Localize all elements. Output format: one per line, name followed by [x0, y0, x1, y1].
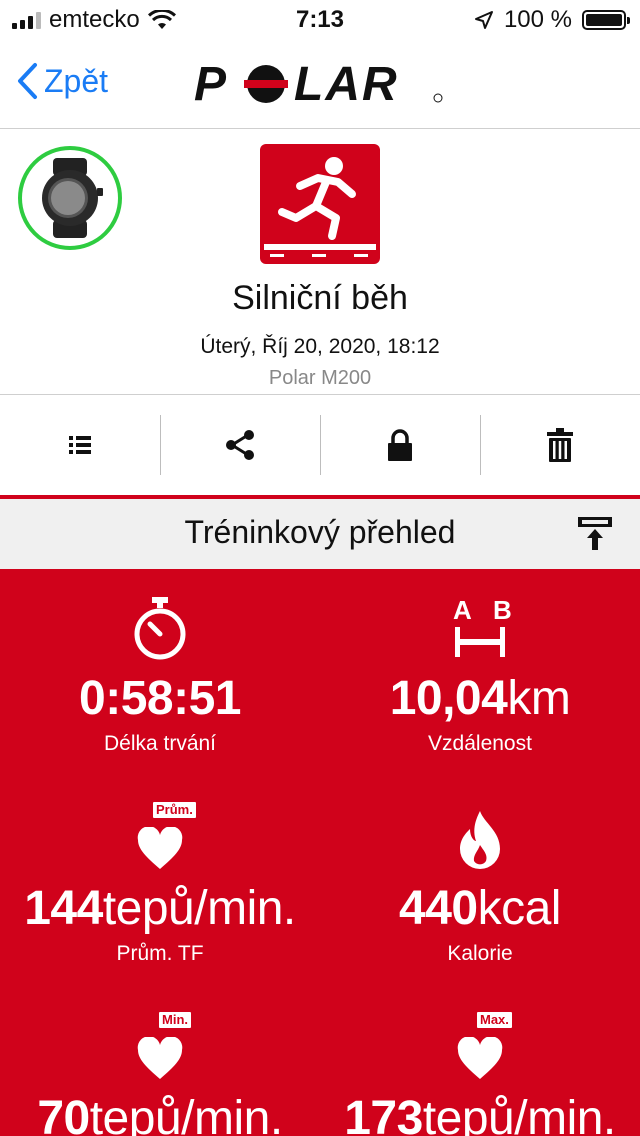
share-icon [226, 430, 254, 460]
session-header: Silniční běh Úterý, Říj 20, 2020, 18:12 … [0, 129, 640, 395]
distance-icon: A B [453, 595, 512, 657]
list-button[interactable] [0, 395, 160, 495]
max-badge: Max. [476, 1011, 513, 1029]
svg-text:P: P [194, 62, 228, 106]
status-bar: emtecko 7:13 100 % [0, 0, 640, 40]
avg-hr-label: Prům. TF [116, 942, 204, 965]
battery-icon [582, 10, 630, 30]
calories-value: 440kcal [399, 882, 561, 935]
distance-label: Vzdálenost [428, 732, 532, 755]
nav-bar: Zpět P LAR [0, 40, 640, 129]
min-hr-value: 70tepů/min. [37, 1092, 283, 1136]
training-stats: 0:58:51 Délka trvání A B 10,04km Vzdálen… [0, 569, 640, 1136]
chevron-left-icon [18, 63, 37, 99]
svg-text:LAR: LAR [294, 62, 399, 106]
watch-icon [42, 158, 103, 238]
stat-min-hr: Min. 70tepů/min. [0, 1011, 320, 1136]
avg-badge: Prům. [152, 801, 197, 819]
heart-icon [137, 1037, 183, 1079]
device-avatar[interactable] [18, 146, 122, 250]
svg-text:B: B [493, 595, 512, 625]
lock-icon [388, 429, 412, 461]
min-badge: Min. [158, 1011, 192, 1029]
duration-value: 0:58:51 [79, 672, 241, 725]
session-datetime: Úterý, Říj 20, 2020, 18:12 [200, 335, 440, 358]
max-hr-value: 173tepů/min. [344, 1092, 616, 1136]
distance-value: 10,04km [389, 672, 571, 725]
status-right: 100 % [474, 6, 630, 34]
heart-icon [137, 827, 183, 869]
running-icon [260, 144, 380, 264]
delete-button[interactable] [480, 395, 640, 495]
stopwatch-icon [134, 597, 186, 660]
flame-icon [460, 811, 500, 869]
avg-hr-value: 144tepů/min. [24, 882, 296, 935]
stat-duration: 0:58:51 Délka trvání [0, 591, 320, 756]
back-button[interactable]: Zpět [16, 62, 108, 100]
export-icon[interactable] [578, 517, 612, 551]
battery-percent: 100 % [503, 6, 572, 33]
location-arrow-icon [474, 11, 493, 29]
duration-label: Délka trvání [103, 732, 217, 755]
stat-distance: A B 10,04km Vzdálenost [320, 591, 640, 756]
heart-icon [457, 1037, 503, 1079]
back-label: Zpět [44, 62, 109, 99]
section-title: Tréninkový přehled [184, 514, 456, 550]
action-toolbar [0, 395, 640, 499]
stat-avg-hr: Prům. 144tepů/min. Prům. TF [0, 801, 320, 966]
stat-max-hr: Max. 173tepů/min. [320, 1011, 640, 1136]
share-button[interactable] [160, 395, 320, 495]
session-device: Polar M200 [268, 367, 372, 389]
trash-icon [547, 428, 573, 462]
stat-calories: 440kcal Kalorie [320, 801, 640, 966]
list-icon [69, 436, 91, 454]
training-summary-header: Tréninkový přehled [0, 499, 640, 569]
sport-name: Silniční běh [232, 279, 408, 317]
privacy-button[interactable] [320, 395, 480, 495]
svg-text:A: A [453, 595, 472, 625]
polar-logo: P LAR [194, 62, 443, 106]
calories-label: Kalorie [447, 942, 513, 965]
